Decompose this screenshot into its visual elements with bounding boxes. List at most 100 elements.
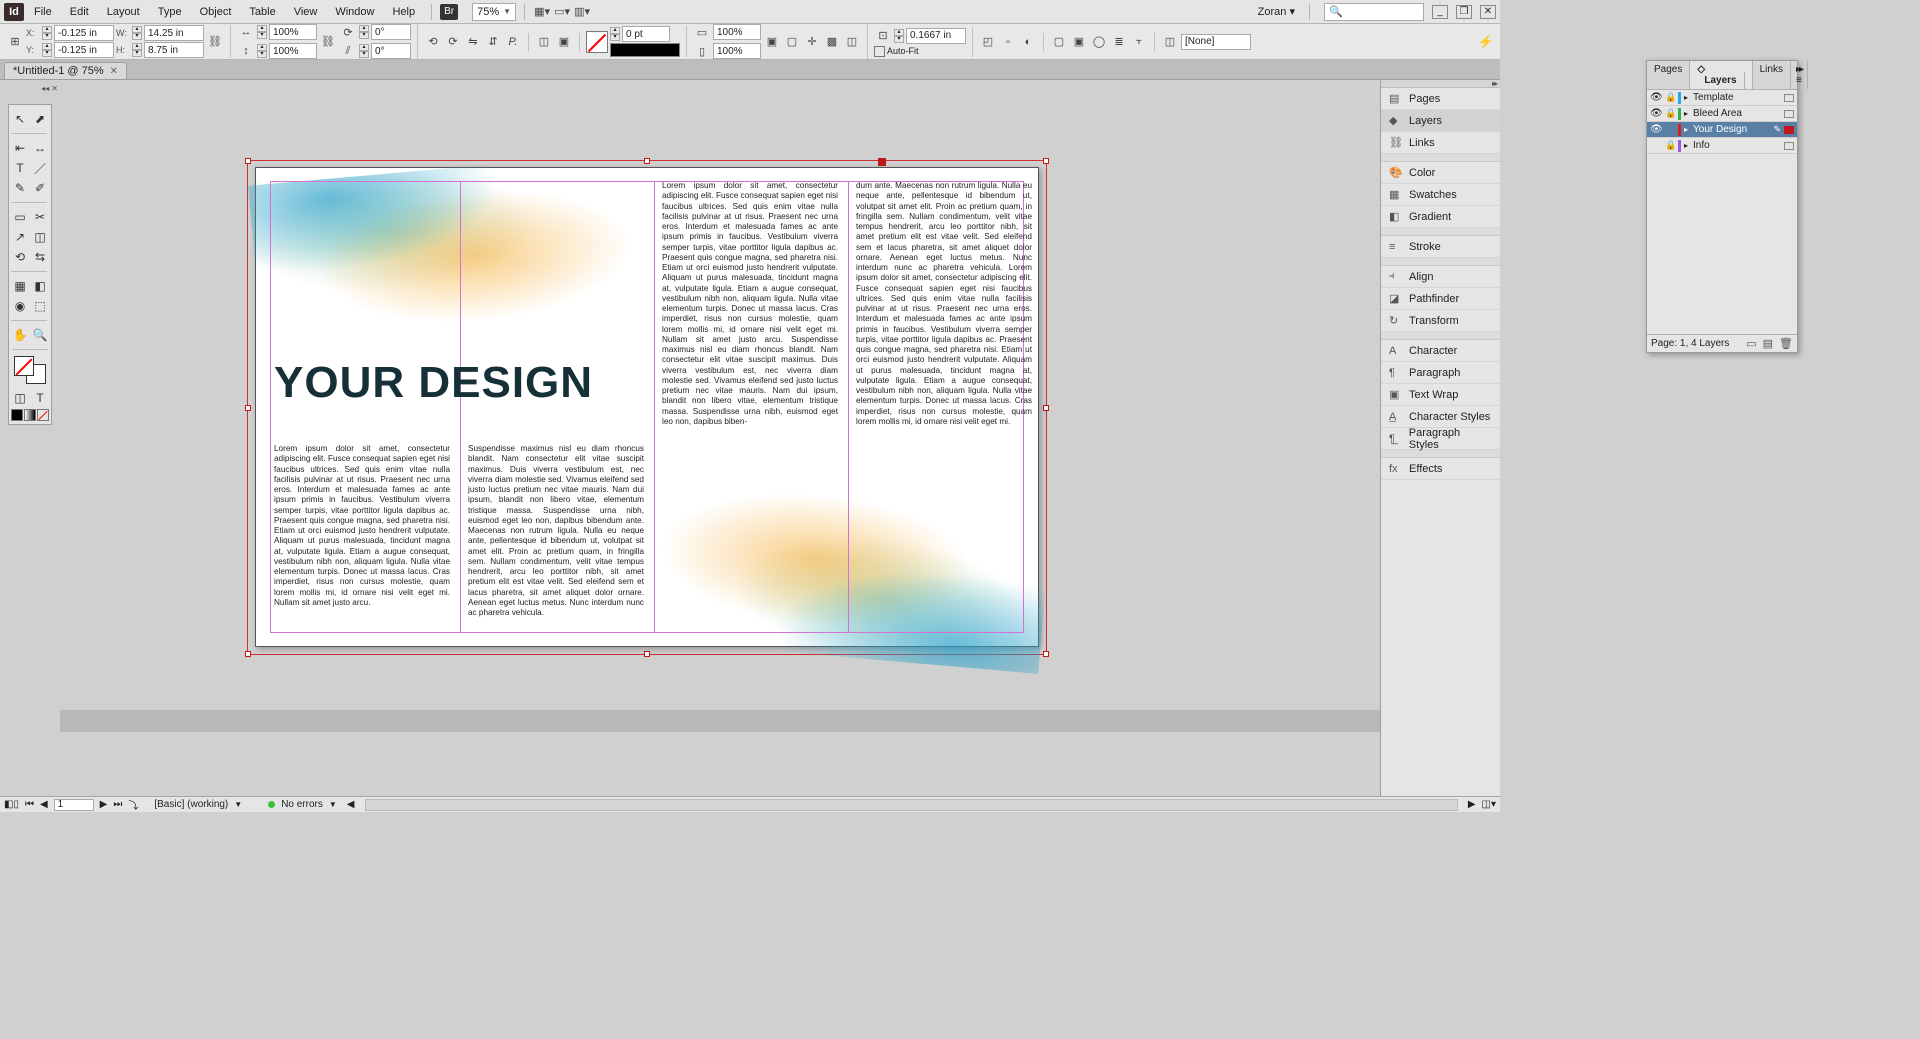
clear-transform-icon[interactable]: P. [504, 33, 522, 51]
menu-view[interactable]: View [286, 3, 326, 21]
panel-expand-icon[interactable]: ▸▸ ≡ [1791, 61, 1808, 89]
tool-1[interactable]: ⬈ [31, 110, 49, 128]
tool-12[interactable]: ⟲ [11, 248, 29, 266]
new-sublayer-icon[interactable]: ▭ [1746, 337, 1756, 350]
select-content-icon[interactable]: ▣ [555, 33, 573, 51]
visibility-icon[interactable]: 👁 [1650, 108, 1662, 119]
view-mode-icon[interactable]: ◧▯ [4, 799, 19, 810]
dock-item-pages[interactable]: ▤Pages [1381, 88, 1500, 110]
fit-prop-icon[interactable]: ◫ [843, 33, 861, 51]
fill-frame-icon[interactable]: ▩ [823, 33, 841, 51]
scroll-mode-icon[interactable]: ◫▾ [1482, 799, 1496, 810]
cell-pct-h[interactable]: 100% [713, 43, 761, 59]
wrap-none-icon[interactable]: ▢ [1050, 33, 1068, 51]
tool-15[interactable]: ◧ [31, 277, 49, 295]
scalex-field[interactable]: 100% [269, 24, 317, 40]
close-tab-icon[interactable]: ✕ [110, 66, 118, 77]
tool-8[interactable]: ▭ [11, 208, 29, 226]
screen-mode-icon[interactable]: ▭▾ [553, 3, 571, 21]
page-prev-icon[interactable]: ◀ [40, 799, 48, 810]
flip-v-icon[interactable]: ⇵ [484, 33, 502, 51]
formatting-container-icon[interactable]: ◫ [11, 389, 29, 407]
layer-row-bleed-area[interactable]: 👁🔒▸Bleed Area [1647, 106, 1797, 122]
dock-item-text-wrap[interactable]: ▣Text Wrap [1381, 384, 1500, 406]
center-content-icon[interactable]: ✛ [803, 33, 821, 51]
handle-bm[interactable] [644, 651, 650, 657]
menu-type[interactable]: Type [150, 3, 190, 21]
tool-5[interactable]: ／ [31, 159, 49, 177]
menu-help[interactable]: Help [384, 3, 423, 21]
rotate-spinner[interactable]: ▴▾ [359, 25, 369, 39]
tool-11[interactable]: ◫ [31, 228, 49, 246]
tool-17[interactable]: ⬚ [31, 297, 49, 315]
scaley-field[interactable]: 100% [269, 43, 317, 59]
delete-layer-icon[interactable]: 🗑 [1779, 337, 1793, 350]
menu-object[interactable]: Object [192, 3, 240, 21]
tool-16[interactable]: ◉ [11, 297, 29, 315]
fill-swatch[interactable] [586, 31, 608, 53]
x-field[interactable]: -0.125 in [54, 25, 114, 41]
menu-table[interactable]: Table [241, 3, 283, 21]
dock-handle[interactable]: ▸▸ [1381, 80, 1500, 88]
canvas-area[interactable]: YOUR DESIGN Lorem ipsum dolor sit amet, … [60, 80, 1380, 796]
tool-3[interactable]: ↔ [31, 139, 49, 157]
menu-file[interactable]: File [26, 3, 60, 21]
w-spinner[interactable]: ▴▾ [132, 26, 142, 40]
handle-tr[interactable] [1043, 158, 1049, 164]
panel-tab-links[interactable]: Links [1753, 61, 1791, 89]
layers-panel[interactable]: Pages ◇ Layers Links ▸▸ ≡ 👁🔒▸Template👁🔒▸… [1646, 60, 1798, 353]
cell-pct-w[interactable]: 100% [713, 24, 761, 40]
apply-none-icon[interactable] [37, 409, 49, 421]
h-spinner[interactable]: ▴▾ [132, 43, 142, 57]
handle-ml[interactable] [245, 405, 251, 411]
toolbox-collapse[interactable]: ◂◂✕ [41, 84, 58, 93]
tool-2[interactable]: ⇤ [11, 139, 29, 157]
search-input[interactable]: 🔍 [1324, 3, 1424, 21]
dock-item-paragraph-styles[interactable]: ¶̲Paragraph Styles [1381, 428, 1500, 450]
minimize-button[interactable]: _ [1432, 5, 1448, 19]
layer-row-template[interactable]: 👁🔒▸Template [1647, 90, 1797, 106]
tool-13[interactable]: ⇆ [31, 248, 49, 266]
stroke-style-field[interactable] [610, 43, 680, 57]
inset-spinner[interactable]: ▴▾ [894, 29, 904, 43]
close-button[interactable]: ✕ [1480, 5, 1496, 19]
tool-19[interactable]: 🔍 [31, 326, 49, 344]
dock-item-links[interactable]: ⛓Links [1381, 132, 1500, 154]
rotate-field[interactable]: 0° [371, 24, 411, 40]
rotate-ccw-icon[interactable]: ⟲ [424, 33, 442, 51]
layer-row-info[interactable]: 🔒▸Info [1647, 138, 1797, 154]
flip-h-icon[interactable]: ⇋ [464, 33, 482, 51]
link-scale-icon[interactable]: ⛓ [319, 33, 337, 51]
page[interactable]: YOUR DESIGN Lorem ipsum dolor sit amet, … [255, 167, 1039, 647]
dock-item-align[interactable]: ⫞Align [1381, 266, 1500, 288]
preflight-text[interactable]: No errors [281, 799, 323, 810]
tool-10[interactable]: ↗ [11, 228, 29, 246]
tool-6[interactable]: ✎ [11, 179, 29, 197]
maximize-button[interactable]: ❐ [1456, 5, 1472, 19]
zoom-combo[interactable]: 75% ▼ [472, 3, 516, 21]
panel-tab-layers[interactable]: ◇ Layers [1690, 61, 1752, 89]
document-tab[interactable]: *Untitled-1 @ 75% ✕ [4, 62, 127, 79]
bridge-icon[interactable]: Br [440, 4, 458, 20]
dock-item-stroke[interactable]: ≡Stroke [1381, 236, 1500, 258]
dock-item-character-styles[interactable]: A̲Character Styles [1381, 406, 1500, 428]
arrange-icon[interactable]: ▥▾ [573, 3, 591, 21]
dock-item-swatches[interactable]: ▦Swatches [1381, 184, 1500, 206]
reference-point-icon[interactable]: ⊞ [6, 33, 24, 51]
dock-item-layers[interactable]: ◆Layers [1381, 110, 1500, 132]
page-number-field[interactable]: 1 [54, 799, 94, 811]
shear-field[interactable]: 0° [371, 43, 411, 59]
shear-spinner[interactable]: ▴▾ [359, 44, 369, 58]
fit-content-icon[interactable]: ▣ [763, 33, 781, 51]
handle-mr[interactable] [1043, 405, 1049, 411]
menu-layout[interactable]: Layout [99, 3, 148, 21]
wrap-bbox-icon[interactable]: ▣ [1070, 33, 1088, 51]
user-label[interactable]: Zoran ▾ [1258, 5, 1295, 18]
scalex-spinner[interactable]: ▴▾ [257, 25, 267, 39]
w-field[interactable]: 14.25 in [144, 25, 204, 41]
lock-icon[interactable]: 🔒 [1665, 140, 1675, 151]
tool-14[interactable]: ▦ [11, 277, 29, 295]
preset-name[interactable]: [Basic] (working) [154, 799, 228, 810]
dock-item-pathfinder[interactable]: ◪Pathfinder [1381, 288, 1500, 310]
rotate-cw-icon[interactable]: ⟳ [444, 33, 462, 51]
